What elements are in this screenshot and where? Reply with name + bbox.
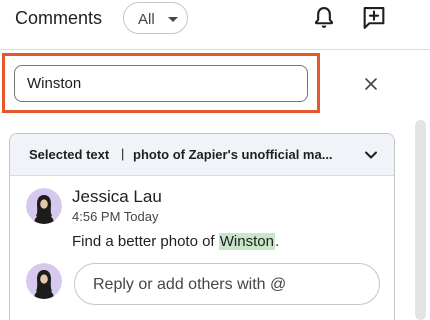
caret-down-icon	[168, 17, 178, 22]
comment-author: Jessica Lau	[72, 187, 162, 206]
avatar	[26, 263, 62, 299]
search-input[interactable]	[14, 65, 308, 102]
search-match-highlight: Winston	[218, 233, 275, 250]
bell-icon[interactable]	[310, 4, 338, 32]
comments-header: Comments All	[0, 0, 430, 50]
comment-body: Find a better photo of Winston.	[72, 233, 279, 250]
comment-body-text: Find a better photo of	[72, 233, 219, 250]
chevron-down-icon[interactable]	[363, 147, 379, 163]
scrollbar[interactable]	[415, 120, 426, 320]
comment-body-end: .	[274, 233, 280, 250]
reply-placeholder: Reply or add others with @	[93, 276, 287, 293]
comment-card[interactable]: Selected text | photo of Zapier's unoffi…	[9, 133, 395, 320]
avatar	[26, 188, 62, 224]
comment-timestamp: 4:56 PM Today	[72, 209, 159, 224]
selected-text-snippet: photo of Zapier's unofficial ma...	[133, 147, 333, 162]
close-icon[interactable]	[362, 75, 380, 93]
panel-title: Comments	[15, 8, 103, 28]
add-comment-icon[interactable]	[360, 4, 388, 32]
selected-text-label: Selected text	[29, 147, 110, 162]
filter-dropdown[interactable]: All	[123, 2, 188, 34]
reply-input[interactable]: Reply or add others with @	[74, 263, 380, 305]
separator: |	[121, 146, 125, 161]
selected-text-header[interactable]: Selected text | photo of Zapier's unoffi…	[10, 134, 394, 176]
filter-selected-value: All	[138, 11, 155, 28]
